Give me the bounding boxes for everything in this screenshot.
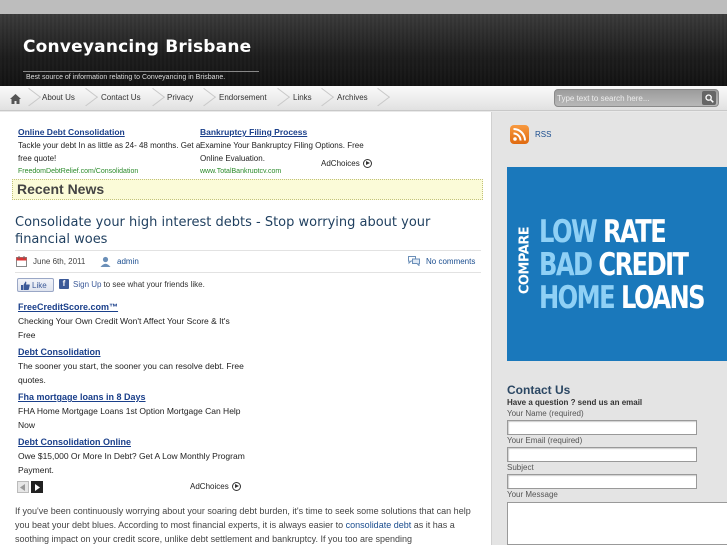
adchoices-icon [231, 482, 241, 491]
user-icon [100, 256, 111, 267]
post-date-text: June 6th, 2011 [33, 257, 86, 266]
ad-body: The sooner you start, the sooner you can… [18, 361, 244, 385]
name-label: Your Name (required) [507, 409, 584, 418]
thumbs-up-icon [21, 281, 30, 290]
ad-title[interactable]: Fha mortgage loans in 8 Days [18, 390, 248, 404]
ad-title[interactable]: Debt Consolidation [18, 345, 248, 359]
site-title[interactable]: Conveyancing Brisbane [23, 37, 251, 57]
name-field[interactable] [507, 420, 697, 435]
chevron-right-icon [35, 483, 40, 491]
nav-separator [153, 86, 161, 111]
nav-separator [322, 86, 330, 111]
inline-ad[interactable]: Debt Consolidation Online Owe $15,000 Or… [18, 435, 248, 477]
rss-link[interactable]: RSS [510, 125, 551, 144]
calendar-icon [16, 256, 27, 267]
ad-url[interactable]: FreedomDebtRelief.com/Consolidation [18, 165, 203, 173]
nav-separator [29, 86, 37, 111]
top-ad[interactable]: Online Debt Consolidation Tackle your de… [18, 126, 203, 173]
ad-body: Owe $15,000 Or More In Debt? Get A Low M… [18, 451, 245, 475]
nav-archives[interactable]: Archives [337, 86, 368, 111]
post-author-link[interactable]: admin [117, 257, 139, 266]
adchoices-label: AdChoices [190, 482, 229, 491]
contact-heading: Contact Us [507, 383, 571, 397]
rss-label: RSS [535, 130, 552, 139]
divider [15, 250, 481, 251]
facebook-like-button[interactable]: Like [17, 278, 54, 292]
ad-title[interactable]: Debt Consolidation Online [18, 435, 248, 449]
nav-about-us[interactable]: About Us [42, 86, 75, 111]
post-comments: No comments [408, 256, 475, 266]
ad-body: FHA Home Mortgage Loans 1st Option Mortg… [18, 406, 241, 430]
ad-body: Tackle your debt In as little as 24- 48 … [18, 141, 201, 163]
search-button[interactable] [702, 91, 716, 105]
message-field[interactable] [507, 502, 727, 545]
inline-ad[interactable]: FreeCreditScore.com™ Checking Your Own C… [18, 300, 248, 342]
ad-prev-button[interactable] [17, 481, 29, 493]
nav-endorsement[interactable]: Endorsement [219, 86, 267, 111]
facebook-signup: f Sign Up to see what your friends like. [59, 279, 205, 289]
consolidate-debt-link[interactable]: consolidate debt [346, 520, 412, 530]
subject-label: Subject [507, 463, 534, 472]
nav-privacy[interactable]: Privacy [167, 86, 193, 111]
banner-word: RATE [596, 214, 667, 250]
adchoices-label: AdChoices [321, 159, 360, 168]
search-input[interactable] [557, 91, 699, 105]
comments-icon [408, 256, 420, 266]
comments-link[interactable]: No comments [426, 257, 475, 266]
facebook-like-label: Like [32, 280, 47, 290]
post-date: June 6th, 2011 [16, 256, 85, 267]
adchoices-icon [362, 159, 372, 168]
search-icon [704, 93, 714, 103]
ad-title[interactable]: FreeCreditScore.com™ [18, 300, 248, 314]
site-header: Conveyancing Brisbane Best source of inf… [0, 0, 727, 86]
post-title[interactable]: Consolidate your high interest debts - S… [15, 214, 481, 248]
contact-subheading: Have a question ? send us an email [507, 398, 643, 407]
loan-banner-ad[interactable]: COMPARE LOW RATE BAD CREDIT HOME LOANS [507, 167, 727, 361]
banner-line: BAD CREDIT [539, 247, 689, 283]
banner-word: BAD [539, 247, 593, 283]
facebook-icon: f [59, 279, 69, 289]
title-divider [23, 71, 259, 72]
inline-ad[interactable]: Debt Consolidation The sooner you start,… [18, 345, 248, 387]
nav-separator [278, 86, 286, 111]
banner-line: LOW RATE [539, 214, 667, 250]
inline-ad[interactable]: Fha mortgage loans in 8 Days FHA Home Mo… [18, 390, 248, 432]
nav-links[interactable]: Links [293, 86, 312, 111]
ad-pager [17, 481, 43, 493]
recent-news-heading: Recent News [12, 179, 483, 200]
site-tagline: Best source of information relating to C… [26, 74, 226, 81]
ad-next-button[interactable] [31, 481, 43, 493]
chevron-left-icon [20, 483, 25, 491]
banner-word: LOANS [614, 280, 706, 316]
nav-separator [204, 86, 212, 111]
banner-word: LOW [539, 214, 598, 250]
banner-word: HOME [539, 280, 616, 316]
nav-separator [378, 86, 386, 111]
nav-separator [86, 86, 94, 111]
adchoices-link[interactable]: AdChoices [321, 159, 372, 168]
post-author: admin [100, 256, 139, 267]
banner-compare: COMPARE [517, 226, 533, 295]
adchoices-link[interactable]: AdChoices [190, 482, 241, 491]
sidebar: RSS COMPARE LOW RATE BAD CREDIT HOME LOA… [491, 112, 727, 545]
rss-icon [510, 125, 529, 144]
email-label: Your Email (required) [507, 436, 583, 445]
ad-body: Checking Your Own Credit Won't Affect Yo… [18, 316, 230, 340]
nav-contact-us[interactable]: Contact Us [101, 86, 141, 111]
facebook-signup-text: to see what your friends like. [103, 279, 205, 289]
ad-title[interactable]: Online Debt Consolidation [18, 126, 203, 139]
divider [15, 272, 481, 273]
banner-word: CREDIT [591, 247, 689, 283]
main-content: Online Debt Consolidation Tackle your de… [0, 112, 491, 545]
ad-title[interactable]: Bankruptcy Filing Process [200, 126, 385, 139]
post-body: If you've been continuously worrying abo… [15, 504, 481, 545]
subject-field[interactable] [507, 474, 697, 489]
facebook-signup-link[interactable]: Sign Up [73, 280, 101, 289]
search-box [554, 89, 719, 107]
banner-line: HOME LOANS [539, 280, 706, 316]
email-field[interactable] [507, 447, 697, 462]
message-label: Your Message [507, 490, 558, 499]
